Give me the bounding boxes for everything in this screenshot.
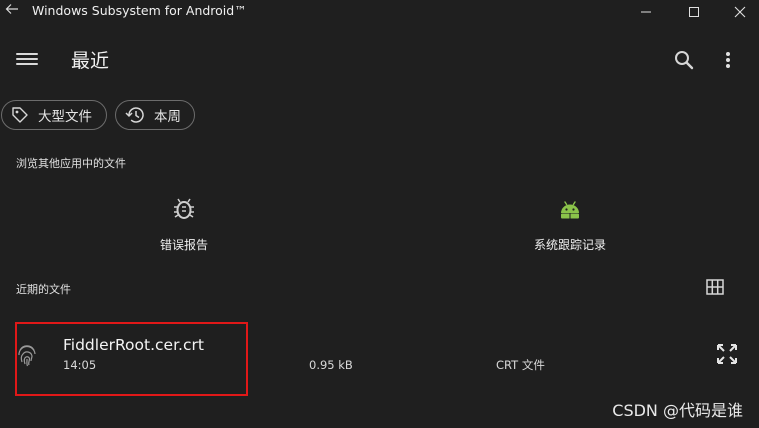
recent-files-heading: 近期的文件	[16, 283, 71, 296]
back-arrow-icon[interactable]	[4, 2, 20, 20]
expand-icon[interactable]	[715, 342, 739, 366]
browse-section-heading: 浏览其他应用中的文件	[16, 157, 126, 170]
window-title: Windows Subsystem for Android™	[32, 3, 247, 18]
bug-icon	[174, 198, 194, 219]
file-type: CRT 文件	[496, 358, 545, 372]
app-bar: 最近	[0, 38, 759, 82]
bug-report-label: 错误报告	[159, 238, 208, 252]
page-title: 最近	[71, 50, 110, 72]
tag-icon	[12, 107, 28, 123]
watermark-text: CSDN @代码是谁	[612, 401, 743, 420]
grid-view-icon[interactable]	[706, 279, 724, 295]
chip-large-files-label: 大型文件	[38, 109, 92, 125]
minimize-button[interactable]	[623, 0, 669, 24]
android-icon	[561, 201, 579, 219]
chip-this-week[interactable]: 本周	[115, 100, 195, 130]
maximize-button[interactable]	[671, 0, 717, 24]
close-button[interactable]	[717, 0, 759, 24]
red-highlight-box	[15, 322, 248, 396]
history-icon	[125, 107, 144, 123]
more-options-icon[interactable]	[718, 48, 738, 72]
search-icon[interactable]	[672, 48, 696, 72]
system-trace-label: 系统跟踪记录	[533, 238, 606, 252]
window-titlebar: Windows Subsystem for Android™	[0, 0, 759, 24]
file-size: 0.95 kB	[309, 358, 353, 372]
menu-icon[interactable]	[16, 50, 38, 70]
chip-this-week-label: 本周	[154, 109, 181, 125]
chip-large-files[interactable]: 大型文件	[1, 100, 107, 130]
